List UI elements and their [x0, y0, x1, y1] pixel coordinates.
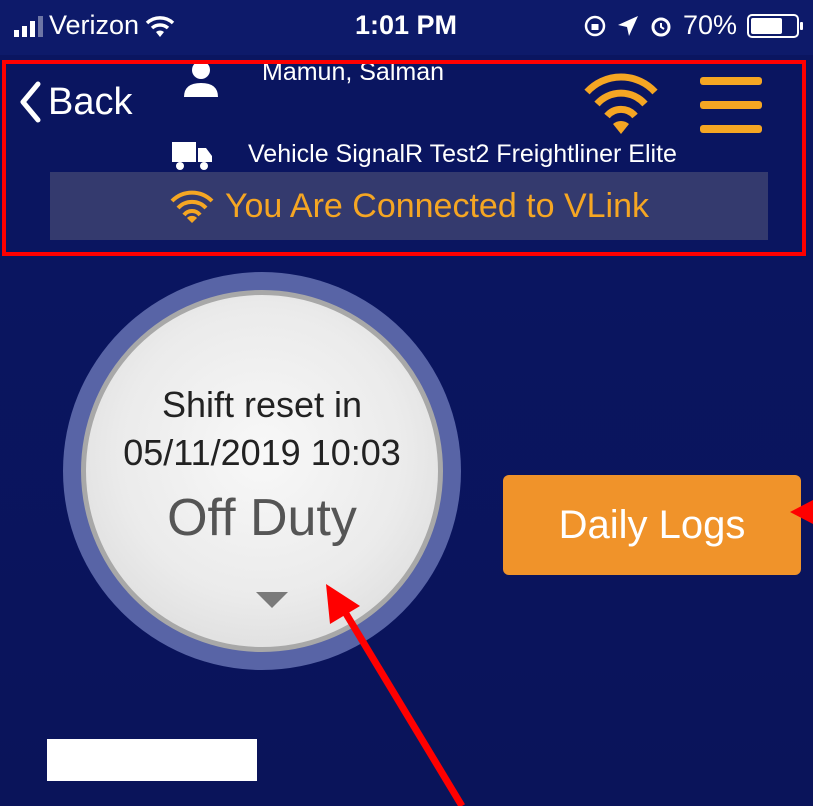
user-icon: [184, 61, 218, 97]
battery-icon: [747, 13, 803, 38]
driver-name: Mamun, Salman: [262, 58, 445, 86]
back-label: Back: [48, 80, 133, 123]
status-right: 70%: [583, 10, 803, 41]
menu-icon[interactable]: [700, 77, 762, 133]
location-arrow-icon: [617, 15, 638, 36]
duty-status-label: Off Duty: [167, 489, 357, 547]
vlink-wifi-icon[interactable]: [583, 70, 659, 136]
vehicle-name: Vehicle SignalR Test2 Freightliner Elite: [248, 140, 677, 168]
signal-bars-icon: [14, 15, 43, 37]
redaction-bar: [47, 739, 257, 781]
battery-percent: 70%: [682, 10, 737, 40]
status-bar: Verizon 1:01 PM 70%: [0, 0, 813, 55]
shift-reset-label: Shift reset in: [161, 384, 363, 425]
truck-icon: [172, 142, 212, 170]
clock: 1:01 PM: [355, 10, 458, 40]
connection-wifi-icon: [170, 190, 214, 223]
dropdown-arrow-icon[interactable]: [256, 592, 288, 608]
shift-reset-time: 05/11/2019 10:03: [123, 432, 401, 473]
daily-logs-button[interactable]: Daily Logs: [503, 475, 801, 575]
connection-banner: You Are Connected to VLink: [50, 172, 768, 240]
alarm-icon: [651, 17, 671, 36]
lock-rotation-icon: [584, 15, 606, 36]
wifi-icon: [145, 15, 175, 37]
status-left: Verizon: [14, 10, 175, 41]
connection-status: You Are Connected to VLink: [224, 186, 650, 225]
back-chevron-icon: [20, 81, 41, 123]
back-button[interactable]: Back: [18, 80, 132, 124]
carrier-label: Verizon: [49, 10, 140, 40]
